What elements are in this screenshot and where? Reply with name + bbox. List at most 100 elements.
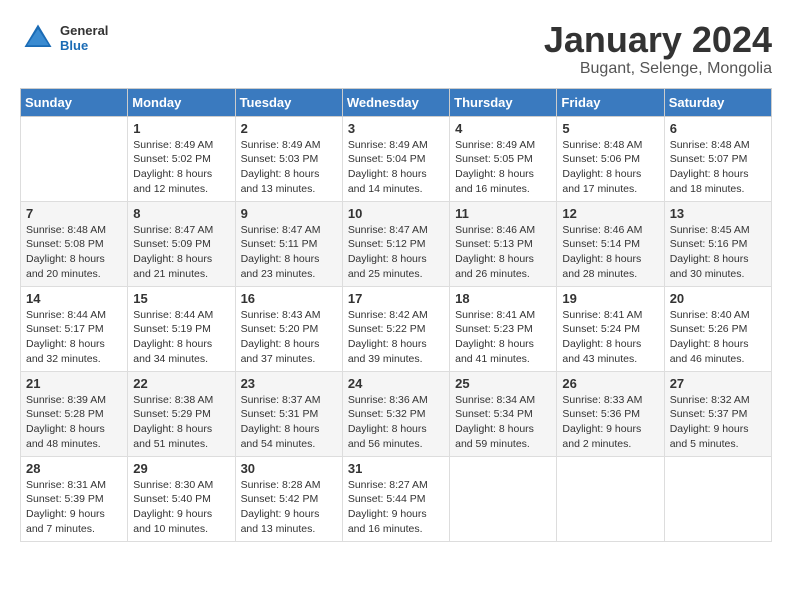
day-info: Sunrise: 8:49 AMSunset: 5:05 PMDaylight:… — [455, 138, 551, 197]
day-info: Sunrise: 8:39 AMSunset: 5:28 PMDaylight:… — [26, 393, 122, 452]
calendar-week-3: 14 Sunrise: 8:44 AMSunset: 5:17 PMDayligh… — [21, 286, 772, 371]
calendar-week-1: 1 Sunrise: 8:49 AMSunset: 5:02 PMDaylight… — [21, 116, 772, 201]
location-subtitle: Bugant, Selenge, Mongolia — [544, 60, 772, 78]
logo-general-text: General — [60, 23, 108, 38]
day-number: 8 — [133, 206, 229, 221]
day-number: 7 — [26, 206, 122, 221]
calendar-cell: 28Sunrise: 8:31 AMSunset: 5:39 PMDayligh… — [21, 456, 128, 541]
day-info: Sunrise: 8:45 AMSunset: 5:16 PMDaylight:… — [670, 223, 766, 282]
day-number: 1 — [133, 121, 229, 136]
day-number: 17 — [348, 291, 444, 306]
day-number: 27 — [670, 376, 766, 391]
day-info: Sunrise: 8:34 AMSunset: 5:34 PMDaylight:… — [455, 393, 551, 452]
day-number: 3 — [348, 121, 444, 136]
day-info: Sunrise: 8:44 AMSunset: 5:19 PMDaylight:… — [133, 308, 229, 367]
calendar-header-row: SundayMondayTuesdayWednesdayThursdayFrid… — [21, 88, 772, 116]
calendar-cell: 8 Sunrise: 8:47 AMSunset: 5:09 PMDaylight… — [128, 201, 235, 286]
calendar-cell: 4Sunrise: 8:49 AMSunset: 5:05 PMDaylight… — [450, 116, 557, 201]
calendar-cell: 19 Sunrise: 8:41 AMSunset: 5:24 PMDayligh… — [557, 286, 664, 371]
day-number: 9 — [241, 206, 337, 221]
header-day-friday: Friday — [557, 88, 664, 116]
header-day-tuesday: Tuesday — [235, 88, 342, 116]
calendar-cell: 31Sunrise: 8:27 AMSunset: 5:44 PMDayligh… — [342, 456, 449, 541]
day-info: Sunrise: 8:49 AMSunset: 5:02 PMDaylight:… — [133, 138, 229, 197]
day-info: Sunrise: 8:48 AMSunset: 5:06 PMDaylight:… — [562, 138, 658, 197]
month-title: January 2024 — [544, 20, 772, 60]
page-header: General Blue January 2024 Bugant, Seleng… — [20, 20, 772, 78]
day-number: 30 — [241, 461, 337, 476]
title-block: January 2024 Bugant, Selenge, Mongolia — [544, 20, 772, 78]
calendar-cell — [450, 456, 557, 541]
day-number: 14 — [26, 291, 122, 306]
calendar-cell: 17 Sunrise: 8:42 AMSunset: 5:22 PMDayligh… — [342, 286, 449, 371]
calendar-cell: 25 Sunrise: 8:34 AMSunset: 5:34 PMDayligh… — [450, 371, 557, 456]
calendar-week-4: 21 Sunrise: 8:39 AMSunset: 5:28 PMDayligh… — [21, 371, 772, 456]
day-number: 23 — [241, 376, 337, 391]
day-info: Sunrise: 8:31 AMSunset: 5:39 PMDaylight:… — [26, 478, 122, 537]
day-number: 21 — [26, 376, 122, 391]
header-day-thursday: Thursday — [450, 88, 557, 116]
day-info: Sunrise: 8:37 AMSunset: 5:31 PMDaylight:… — [241, 393, 337, 452]
day-info: Sunrise: 8:46 AMSunset: 5:13 PMDaylight:… — [455, 223, 551, 282]
day-number: 12 — [562, 206, 658, 221]
day-number: 13 — [670, 206, 766, 221]
day-info: Sunrise: 8:28 AMSunset: 5:42 PMDaylight:… — [241, 478, 337, 537]
calendar-cell: 24Sunrise: 8:36 AMSunset: 5:32 PMDayligh… — [342, 371, 449, 456]
calendar-cell: 26Sunrise: 8:33 AMSunset: 5:36 PMDayligh… — [557, 371, 664, 456]
calendar-cell — [664, 456, 771, 541]
day-info: Sunrise: 8:38 AMSunset: 5:29 PMDaylight:… — [133, 393, 229, 452]
calendar-cell: 13 Sunrise: 8:45 AMSunset: 5:16 PMDayligh… — [664, 201, 771, 286]
calendar-cell: 27 Sunrise: 8:32 AMSunset: 5:37 PMDayligh… — [664, 371, 771, 456]
calendar-cell: 5 Sunrise: 8:48 AMSunset: 5:06 PMDaylight… — [557, 116, 664, 201]
calendar-week-2: 7Sunrise: 8:48 AMSunset: 5:08 PMDaylight… — [21, 201, 772, 286]
day-number: 11 — [455, 206, 551, 221]
calendar-cell: 12 Sunrise: 8:46 AMSunset: 5:14 PMDayligh… — [557, 201, 664, 286]
calendar-cell: 1 Sunrise: 8:49 AMSunset: 5:02 PMDaylight… — [128, 116, 235, 201]
day-info: Sunrise: 8:47 AMSunset: 5:11 PMDaylight:… — [241, 223, 337, 282]
calendar-cell: 18 Sunrise: 8:41 AMSunset: 5:23 PMDayligh… — [450, 286, 557, 371]
calendar-cell: 10Sunrise: 8:47 AMSunset: 5:12 PMDayligh… — [342, 201, 449, 286]
calendar-cell: 14 Sunrise: 8:44 AMSunset: 5:17 PMDayligh… — [21, 286, 128, 371]
day-info: Sunrise: 8:30 AMSunset: 5:40 PMDaylight:… — [133, 478, 229, 537]
day-number: 15 — [133, 291, 229, 306]
logo-blue-text: Blue — [60, 38, 108, 53]
day-number: 19 — [562, 291, 658, 306]
day-info: Sunrise: 8:41 AMSunset: 5:23 PMDaylight:… — [455, 308, 551, 367]
calendar-cell: 3Sunrise: 8:49 AMSunset: 5:04 PMDaylight… — [342, 116, 449, 201]
day-number: 31 — [348, 461, 444, 476]
day-info: Sunrise: 8:49 AMSunset: 5:03 PMDaylight:… — [241, 138, 337, 197]
day-number: 24 — [348, 376, 444, 391]
calendar-cell: 29 Sunrise: 8:30 AMSunset: 5:40 PMDayligh… — [128, 456, 235, 541]
calendar-cell: 6Sunrise: 8:48 AMSunset: 5:07 PMDaylight… — [664, 116, 771, 201]
day-number: 22 — [133, 376, 229, 391]
header-day-wednesday: Wednesday — [342, 88, 449, 116]
day-info: Sunrise: 8:46 AMSunset: 5:14 PMDaylight:… — [562, 223, 658, 282]
day-info: Sunrise: 8:44 AMSunset: 5:17 PMDaylight:… — [26, 308, 122, 367]
calendar-cell: 30 Sunrise: 8:28 AMSunset: 5:42 PMDayligh… — [235, 456, 342, 541]
day-info: Sunrise: 8:43 AMSunset: 5:20 PMDaylight:… — [241, 308, 337, 367]
day-number: 18 — [455, 291, 551, 306]
day-number: 5 — [562, 121, 658, 136]
day-info: Sunrise: 8:47 AMSunset: 5:12 PMDaylight:… — [348, 223, 444, 282]
calendar-cell: 20 Sunrise: 8:40 AMSunset: 5:26 PMDayligh… — [664, 286, 771, 371]
day-number: 20 — [670, 291, 766, 306]
day-number: 2 — [241, 121, 337, 136]
day-info: Sunrise: 8:41 AMSunset: 5:24 PMDaylight:… — [562, 308, 658, 367]
calendar-cell: 2 Sunrise: 8:49 AMSunset: 5:03 PMDaylight… — [235, 116, 342, 201]
day-info: Sunrise: 8:42 AMSunset: 5:22 PMDaylight:… — [348, 308, 444, 367]
day-number: 16 — [241, 291, 337, 306]
logo-text: General Blue — [60, 23, 108, 53]
calendar-cell: 22 Sunrise: 8:38 AMSunset: 5:29 PMDayligh… — [128, 371, 235, 456]
calendar-cell: 9 Sunrise: 8:47 AMSunset: 5:11 PMDaylight… — [235, 201, 342, 286]
day-info: Sunrise: 8:40 AMSunset: 5:26 PMDaylight:… — [670, 308, 766, 367]
day-info: Sunrise: 8:47 AMSunset: 5:09 PMDaylight:… — [133, 223, 229, 282]
day-info: Sunrise: 8:32 AMSunset: 5:37 PMDaylight:… — [670, 393, 766, 452]
day-info: Sunrise: 8:33 AMSunset: 5:36 PMDaylight:… — [562, 393, 658, 452]
header-day-sunday: Sunday — [21, 88, 128, 116]
calendar-table: SundayMondayTuesdayWednesdayThursdayFrid… — [20, 88, 772, 542]
calendar-cell: 21 Sunrise: 8:39 AMSunset: 5:28 PMDayligh… — [21, 371, 128, 456]
day-number: 25 — [455, 376, 551, 391]
day-number: 29 — [133, 461, 229, 476]
logo: General Blue — [20, 20, 108, 56]
day-number: 6 — [670, 121, 766, 136]
